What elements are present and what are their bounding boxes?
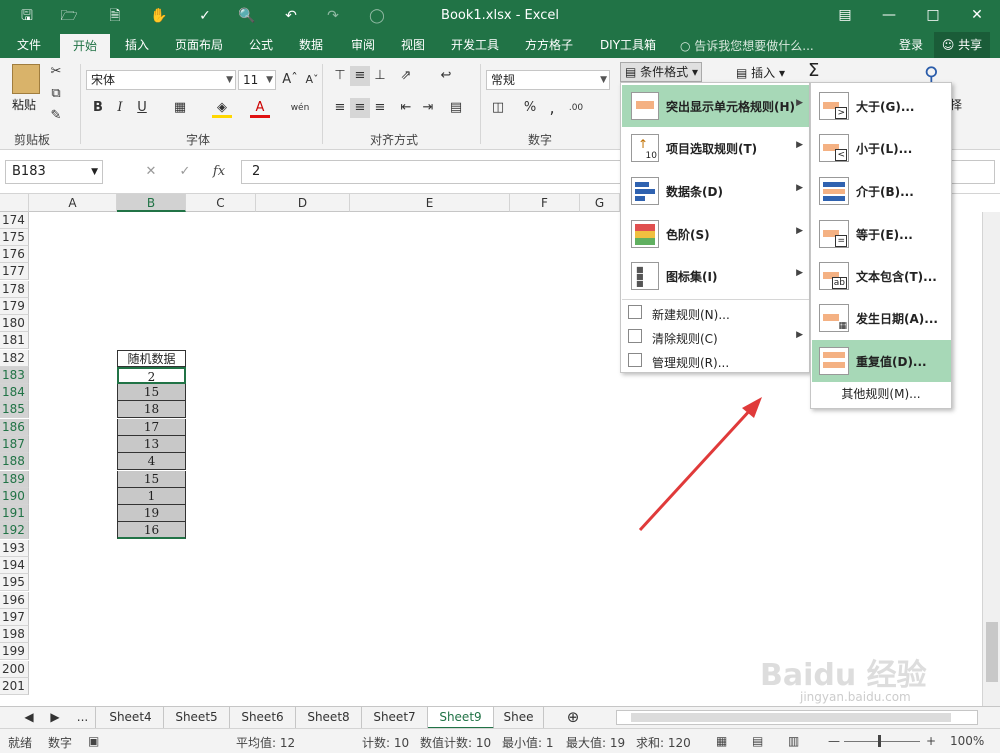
sheet-tab-active[interactable]: Sheet9 (428, 707, 494, 729)
between-icon (819, 177, 849, 205)
zoom-in-icon[interactable]: + (926, 734, 936, 748)
color-scales-icon (631, 220, 659, 248)
chevron-right-icon: ▶ (796, 268, 803, 278)
status-mode: 数字 (48, 736, 73, 750)
chevron-right-icon: ▶ (796, 98, 803, 108)
sheet-tab[interactable]: Sheet4 (98, 707, 164, 729)
submenu-item-equal-to[interactable]: = 等于(E)... (812, 213, 951, 255)
zoom-slider-thumb[interactable] (878, 735, 881, 747)
conditional-format-menu: 突出显示单元格规则(H) ▶ ↑ 10 项目选取规则(T) ▶ 数据条(D) ▶ … (620, 82, 810, 373)
zoom-slider[interactable] (844, 741, 920, 742)
horizontal-scrollbar[interactable] (616, 710, 978, 725)
scroll-thumb[interactable] (631, 713, 951, 722)
sheet-tab[interactable]: Sheet8 (296, 707, 362, 729)
sheet-tab[interactable]: Shee (494, 707, 544, 729)
submenu-item-more-rules[interactable]: 其他规则(M)... (811, 385, 951, 402)
highlight-rules-icon (631, 92, 659, 120)
equal-to-icon: = (819, 220, 849, 248)
sheet-tab[interactable]: Sheet5 (164, 707, 230, 729)
status-sum: 求和: 120 (636, 736, 691, 750)
add-sheet-icon[interactable]: ⊕ (560, 707, 586, 729)
chevron-right-icon: ▶ (796, 183, 803, 193)
clear-rules-icon (628, 329, 642, 343)
duplicate-values-icon (819, 347, 849, 375)
status-ready: 就绪 (8, 736, 33, 750)
status-max: 最大值: 19 (566, 736, 626, 750)
zoom-out-icon[interactable]: — (828, 734, 840, 748)
normal-view-icon[interactable]: ▦ (716, 734, 727, 748)
status-bar: 就绪 数字 ▣ 平均值: 12 计数: 10 数值计数: 10 最小值: 1 最… (0, 728, 1000, 753)
status-min: 最小值: 1 (502, 736, 554, 750)
menu-divider (622, 299, 809, 300)
submenu-item-duplicate-values[interactable]: 重复值(D)... (812, 340, 951, 382)
menu-item-top-bottom-rules[interactable]: ↑ 10 项目选取规则(T) ▶ (622, 127, 809, 169)
chevron-right-icon: ▶ (796, 226, 803, 236)
sheet-tab[interactable]: Sheet6 (230, 707, 296, 729)
menu-item-manage-rules[interactable]: 管理规则(R)... (622, 349, 809, 373)
status-numeric-count: 数值计数: 10 (420, 736, 492, 750)
submenu-item-date-occurring[interactable]: ▦ 发生日期(A)... (812, 297, 951, 339)
menu-item-color-scales[interactable]: 色阶(S) ▶ (622, 213, 809, 255)
icon-sets-icon: ■ ■ ■ (631, 262, 659, 290)
sheet-tab-bar: ◀ ▶ ... Sheet4 Sheet5 Sheet6 Sheet8 Shee… (0, 706, 1000, 729)
greater-than-icon: > (819, 92, 849, 120)
manage-rules-icon (628, 353, 642, 367)
menu-item-data-bars[interactable]: 数据条(D) ▶ (622, 170, 809, 212)
top-bottom-icon: ↑ 10 (631, 134, 659, 162)
submenu-item-text-contains[interactable]: ab 文本包含(T)... (812, 255, 951, 297)
sheet-tab[interactable]: Sheet7 (362, 707, 428, 729)
highlight-rules-submenu: > 大于(G)... < 小于(L)... 介于(B)... = 等于(E)..… (810, 82, 952, 409)
less-than-icon: < (819, 134, 849, 162)
chevron-right-icon: ▶ (796, 330, 803, 340)
scroll-left-icon[interactable]: ◀ (18, 707, 40, 729)
page-layout-view-icon[interactable]: ▤ (752, 734, 763, 748)
menu-item-new-rule[interactable]: 新建规则(N)... (622, 301, 809, 325)
chevron-right-icon: ▶ (796, 140, 803, 150)
calendar-icon: ▦ (838, 321, 847, 331)
submenu-item-less-than[interactable]: < 小于(L)... (812, 127, 951, 169)
sheet-tab-more[interactable]: ... (70, 707, 96, 729)
menu-item-clear-rules[interactable]: 清除规则(C) ▶ (622, 325, 809, 349)
submenu-item-between[interactable]: 介于(B)... (812, 170, 951, 212)
text-contains-icon: ab (819, 262, 849, 290)
page-break-view-icon[interactable]: ▥ (788, 734, 799, 748)
scroll-right-icon[interactable]: ▶ (44, 707, 66, 729)
submenu-item-greater-than[interactable]: > 大于(G)... (812, 85, 951, 127)
status-count: 计数: 10 (362, 736, 410, 750)
date-occurring-icon: ▦ (819, 304, 849, 332)
new-rule-icon (628, 305, 642, 319)
status-average: 平均值: 12 (236, 736, 296, 750)
data-bars-icon (631, 177, 659, 205)
menu-item-icon-sets[interactable]: ■ ■ ■ 图标集(I) ▶ (622, 255, 809, 297)
zoom-level[interactable]: 100% (950, 734, 984, 748)
menu-item-highlight-rules[interactable]: 突出显示单元格规则(H) ▶ (622, 85, 809, 127)
macro-record-icon[interactable]: ▣ (88, 734, 99, 748)
